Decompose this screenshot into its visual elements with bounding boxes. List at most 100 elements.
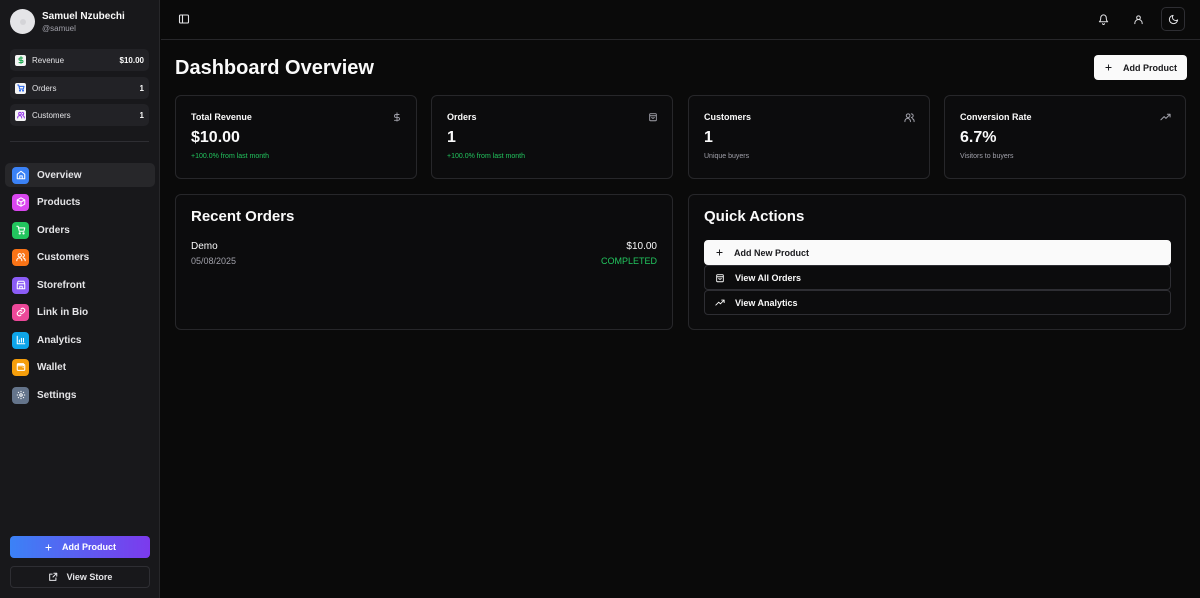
moon-icon: [1168, 14, 1178, 24]
wallet-icon: [12, 358, 29, 376]
account-button[interactable]: [1126, 7, 1150, 31]
nav-item-orders[interactable]: Orders: [5, 218, 155, 242]
add-new-product-button[interactable]: Add New Product: [704, 240, 1171, 265]
theme-toggle-button[interactable]: [1161, 7, 1185, 31]
nav-label: Link in Bio: [37, 306, 89, 318]
kpi-value: $10.00: [191, 129, 240, 146]
plus-icon: [716, 249, 723, 256]
button-label: Add Product: [62, 542, 116, 552]
sidebar-divider: [10, 141, 149, 142]
user-name: Samuel Nzubechi: [42, 10, 125, 22]
stat-label: Orders: [32, 83, 57, 93]
stat-value: 1: [139, 83, 144, 93]
stat-label: Revenue: [32, 55, 65, 65]
nav-item-analytics[interactable]: Analytics: [5, 328, 155, 352]
kpi-change: +100.0% from last month: [447, 153, 526, 160]
nav-item-settings[interactable]: Settings: [5, 383, 155, 407]
cart-icon: [15, 82, 26, 94]
trending-up-icon: [715, 299, 725, 306]
kpi-label: Conversion Rate: [960, 112, 1032, 122]
bag-icon: [648, 112, 658, 122]
kpi-label: Customers: [704, 112, 752, 122]
dollar-icon: [392, 112, 402, 122]
nav-label: Settings: [37, 389, 77, 401]
kpi-value: 1: [447, 129, 456, 146]
button-label: View Analytics: [735, 297, 798, 308]
quick-actions-title: Quick Actions: [704, 208, 805, 225]
button-label: Add Product: [1123, 62, 1177, 73]
recent-orders-title: Recent Orders: [191, 208, 295, 225]
nav-item-link-in-bio[interactable]: Link in Bio: [5, 300, 155, 324]
stat-value: 1: [139, 110, 144, 120]
plus-icon: [45, 543, 52, 551]
nav-label: Analytics: [37, 334, 82, 346]
stat-label: Customers: [32, 110, 71, 120]
order-amount: $10.00: [626, 241, 657, 252]
button-label: View All Orders: [735, 272, 802, 283]
nav-label: Products: [37, 196, 81, 208]
button-label: Add New Product: [734, 247, 810, 258]
kpi-value: 6.7%: [960, 129, 997, 146]
add-product-button[interactable]: Add Product: [1094, 55, 1187, 80]
top-bar: [161, 0, 1200, 40]
store-icon: [12, 276, 29, 294]
kpi-label: Total Revenue: [191, 112, 252, 122]
bag-icon: [716, 273, 724, 282]
nav-item-overview[interactable]: Overview: [5, 163, 155, 187]
users-icon: [12, 248, 29, 266]
kpi-card-total-revenue: Total Revenue $10.00 +100.0% from last m…: [175, 95, 417, 179]
users-icon: [904, 112, 915, 123]
box-icon: [12, 193, 29, 211]
cart-icon: [12, 221, 29, 239]
nav-label: Storefront: [37, 279, 86, 291]
kpi-change: +100.0% from last month: [191, 153, 270, 160]
order-name: Demo: [191, 241, 218, 252]
bar-chart-icon: [12, 331, 29, 349]
nav-item-products[interactable]: Products: [5, 190, 155, 214]
user-handle: @samuel: [42, 23, 76, 33]
user-icon: [1133, 14, 1143, 24]
view-analytics-button[interactable]: View Analytics: [704, 290, 1171, 315]
order-date: 05/08/2025: [191, 256, 237, 266]
kpi-label: Orders: [447, 112, 477, 122]
kpi-card-orders: Orders 1 +100.0% from last month: [431, 95, 673, 179]
kpi-subtitle: Visitors to buyers: [960, 153, 1014, 160]
recent-orders-card: Recent Orders Demo 05/08/2025 $10.00 COM…: [175, 194, 673, 330]
nav-item-wallet[interactable]: Wallet: [5, 355, 155, 379]
nav-label: Customers: [37, 251, 90, 263]
sidebar: Samuel Nzubechi @samuel Revenue $10.00 O…: [0, 0, 160, 598]
avatar: [10, 9, 35, 34]
nav-item-customers[interactable]: Customers: [5, 245, 155, 269]
plus-icon: [1105, 64, 1112, 71]
kpi-value: 1: [704, 129, 713, 146]
view-store-button[interactable]: View Store: [10, 566, 150, 588]
nav-label: Overview: [37, 169, 82, 181]
page-title: Dashboard Overview: [175, 57, 374, 79]
user-profile[interactable]: Samuel Nzubechi @samuel: [10, 9, 125, 34]
kpi-card-customers: Customers 1 Unique buyers: [688, 95, 930, 179]
stat-value: $10.00: [119, 55, 144, 65]
kpi-card-conversion-rate: Conversion Rate 6.7% Visitors to buyers: [944, 95, 1186, 179]
nav-label: Wallet: [37, 361, 67, 373]
quick-actions-card: Quick Actions Add New Product View All O…: [688, 194, 1186, 330]
sidebar-stat-customers: Customers 1: [10, 104, 149, 126]
users-icon: [15, 109, 26, 121]
view-all-orders-button[interactable]: View All Orders: [704, 265, 1171, 290]
gear-icon: [12, 386, 29, 404]
home-icon: [12, 166, 29, 184]
sidebar-stat-revenue: Revenue $10.00: [10, 49, 149, 71]
dollar-icon: [15, 54, 26, 66]
nav-label: Orders: [37, 224, 70, 236]
button-label: View Store: [66, 572, 113, 582]
notifications-button[interactable]: [1091, 7, 1115, 31]
bell-icon: [1098, 13, 1108, 25]
sidebar-toggle-icon: [178, 14, 190, 24]
trending-up-icon: [1160, 112, 1171, 123]
sidebar-add-product-button[interactable]: Add Product: [10, 536, 150, 558]
nav-item-storefront[interactable]: Storefront: [5, 273, 155, 297]
order-status: COMPLETED: [600, 256, 657, 266]
toggle-sidebar-button[interactable]: [172, 7, 196, 31]
sidebar-stat-orders: Orders 1: [10, 77, 149, 99]
link-icon: [12, 303, 29, 321]
kpi-subtitle: Unique buyers: [704, 153, 750, 160]
